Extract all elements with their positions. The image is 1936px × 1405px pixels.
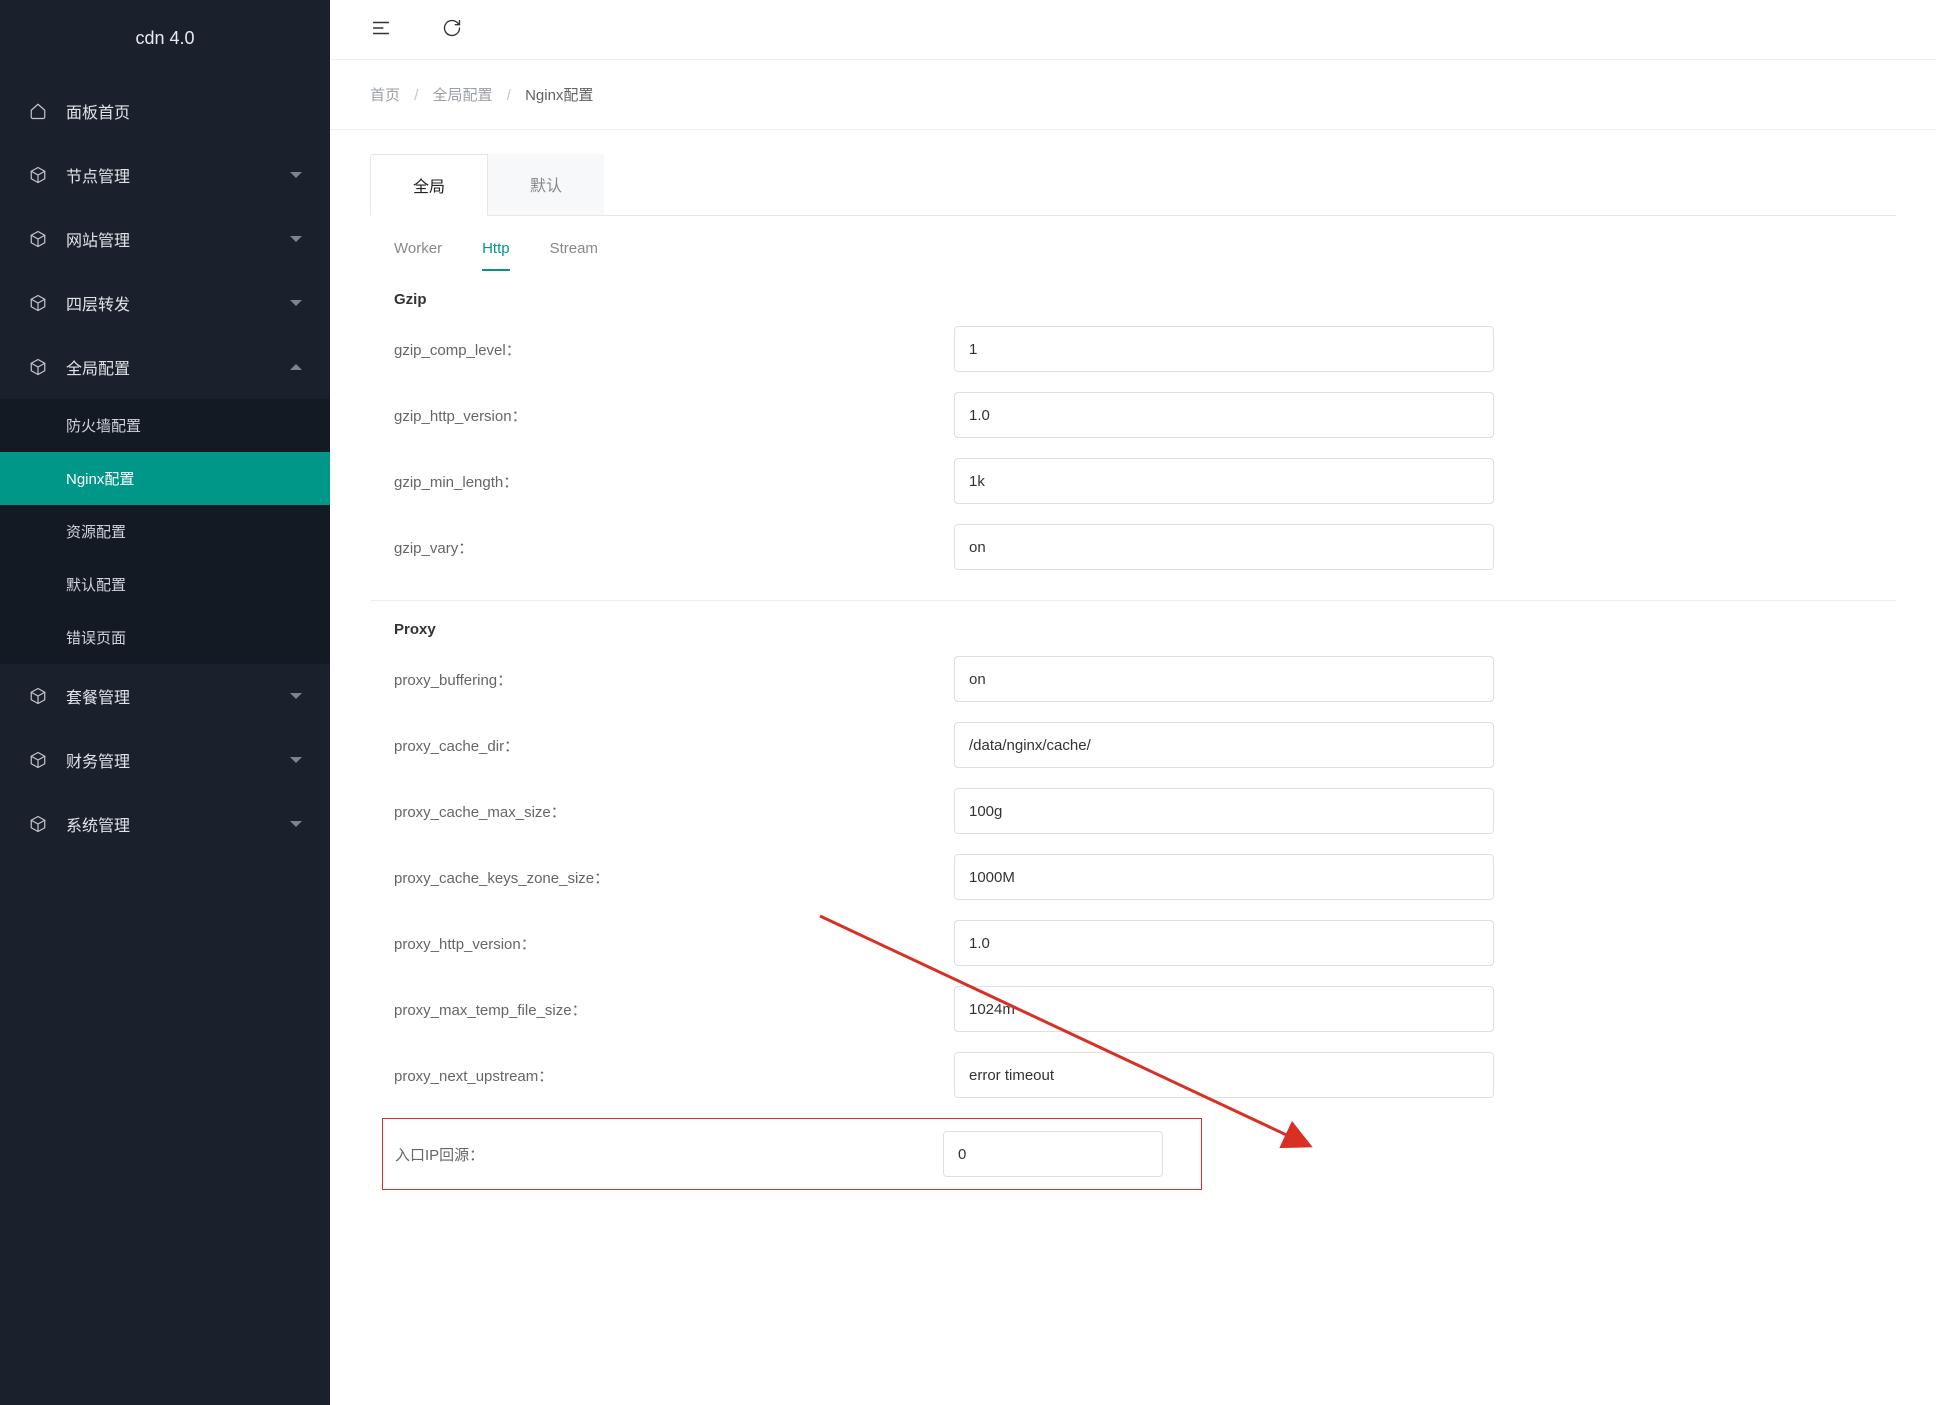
form-row: proxy_next_upstream： — [394, 1052, 1872, 1098]
sidebar-item-label: 套餐管理 — [66, 684, 290, 708]
sidebar-item-label: 全局配置 — [66, 355, 290, 379]
sidebar-item-plan[interactable]: 套餐管理 — [0, 664, 330, 728]
form-label: gzip_vary： — [394, 537, 954, 558]
entry-ip-origin-input[interactable] — [943, 1131, 1163, 1177]
form-label: gzip_http_version： — [394, 405, 954, 426]
sidebar-item-label: 面板首页 — [66, 99, 302, 123]
form-label: proxy_http_version： — [394, 933, 954, 954]
form-label: proxy_cache_keys_zone_size： — [394, 867, 954, 888]
breadcrumb: 首页 / 全局配置 / Nginx配置 — [330, 60, 1936, 130]
sidebar-item-label: 财务管理 — [66, 748, 290, 772]
form-label: gzip_comp_level： — [394, 339, 954, 360]
chevron-down-icon — [290, 757, 302, 763]
section-gzip: Gzip gzip_comp_level： gzip_http_version：… — [370, 271, 1896, 601]
gzip-comp-level-input[interactable] — [954, 326, 1494, 372]
form-row: gzip_vary： — [394, 524, 1872, 570]
section-title: Gzip — [394, 291, 1872, 308]
breadcrumb-item[interactable]: 全局配置 — [433, 87, 493, 104]
sidebar-sub-default[interactable]: 默认配置 — [0, 558, 330, 611]
tab-worker[interactable]: Worker — [394, 240, 442, 271]
config-card: 全局 默认 Worker Http Stream Gzip gzip_comp_… — [370, 154, 1896, 1220]
home-icon — [28, 101, 48, 121]
form-row: proxy_cache_max_size： — [394, 788, 1872, 834]
form-label: proxy_cache_dir： — [394, 735, 954, 756]
form-row: gzip_comp_level： — [394, 326, 1872, 372]
chevron-down-icon — [290, 821, 302, 827]
chevron-down-icon — [290, 172, 302, 178]
sidebar-item-node[interactable]: 节点管理 — [0, 143, 330, 207]
chevron-down-icon — [290, 236, 302, 242]
sidebar-item-finance[interactable]: 财务管理 — [0, 728, 330, 792]
proxy-cache-keys-zone-size-input[interactable] — [954, 854, 1494, 900]
breadcrumb-sep: / — [414, 87, 418, 104]
form-row-highlight: 入口IP回源： — [382, 1118, 1202, 1190]
toggle-sidebar-button[interactable] — [370, 17, 392, 42]
chevron-down-icon — [290, 300, 302, 306]
proxy-max-temp-file-size-input[interactable] — [954, 986, 1494, 1032]
sidebar-item-label: 四层转发 — [66, 291, 290, 315]
form-label: proxy_cache_max_size： — [394, 801, 954, 822]
sidebar-item-l4[interactable]: 四层转发 — [0, 271, 330, 335]
form-row: proxy_http_version： — [394, 920, 1872, 966]
sidebar-sub-error[interactable]: 错误页面 — [0, 611, 330, 664]
cube-icon — [28, 814, 48, 834]
form-row: proxy_cache_keys_zone_size： — [394, 854, 1872, 900]
form-row: proxy_buffering： — [394, 656, 1872, 702]
breadcrumb-sep: / — [507, 87, 511, 104]
form-row: gzip_min_length： — [394, 458, 1872, 504]
tab-stream[interactable]: Stream — [550, 240, 598, 271]
sidebar-item-global[interactable]: 全局配置 — [0, 335, 330, 399]
gzip-http-version-input[interactable] — [954, 392, 1494, 438]
sidebar-item-site[interactable]: 网站管理 — [0, 207, 330, 271]
section-title: Proxy — [394, 621, 1872, 638]
cube-icon — [28, 229, 48, 249]
sidebar-sub-resource[interactable]: 资源配置 — [0, 505, 330, 558]
cube-icon — [28, 357, 48, 377]
form-label: proxy_max_temp_file_size： — [394, 999, 954, 1020]
form-row: gzip_http_version： — [394, 392, 1872, 438]
sidebar-item-label: 系统管理 — [66, 812, 290, 836]
sidebar-item-label: 节点管理 — [66, 163, 290, 187]
form-row: proxy_cache_dir： — [394, 722, 1872, 768]
gzip-vary-input[interactable] — [954, 524, 1494, 570]
chevron-up-icon — [290, 364, 302, 370]
breadcrumb-item[interactable]: 首页 — [370, 87, 400, 104]
breadcrumb-item-current: Nginx配置 — [525, 87, 593, 104]
cube-icon — [28, 686, 48, 706]
gzip-min-length-input[interactable] — [954, 458, 1494, 504]
content: 全局 默认 Worker Http Stream Gzip gzip_comp_… — [330, 130, 1936, 1244]
proxy-cache-dir-input[interactable] — [954, 722, 1494, 768]
proxy-next-upstream-input[interactable] — [954, 1052, 1494, 1098]
proxy-http-version-input[interactable] — [954, 920, 1494, 966]
tab-default[interactable]: 默认 — [488, 154, 604, 215]
tab-http[interactable]: Http — [482, 240, 510, 271]
main: 首页 / 全局配置 / Nginx配置 全局 默认 Worker Http St… — [330, 0, 1936, 1405]
form-label: 入口IP回源： — [395, 1144, 943, 1165]
sidebar-item-dashboard[interactable]: 面板首页 — [0, 79, 330, 143]
cube-icon — [28, 293, 48, 313]
tabs-primary: 全局 默认 — [370, 154, 1896, 216]
form-label: gzip_min_length： — [394, 471, 954, 492]
form-label: proxy_next_upstream： — [394, 1065, 954, 1086]
sidebar: cdn 4.0 面板首页 节点管理 网站管理 四层转发 — [0, 0, 330, 1405]
tab-global[interactable]: 全局 — [370, 154, 488, 216]
refresh-button[interactable] — [442, 18, 462, 41]
sidebar-sub-nginx[interactable]: Nginx配置 — [0, 452, 330, 505]
form-label: proxy_buffering： — [394, 669, 954, 690]
cube-icon — [28, 165, 48, 185]
tabs-secondary: Worker Http Stream — [370, 216, 1896, 271]
form-row: proxy_max_temp_file_size： — [394, 986, 1872, 1032]
section-proxy: Proxy proxy_buffering： proxy_cache_dir： … — [370, 601, 1896, 1220]
chevron-down-icon — [290, 693, 302, 699]
sidebar-item-system[interactable]: 系统管理 — [0, 792, 330, 856]
cube-icon — [28, 750, 48, 770]
sidebar-sub-firewall[interactable]: 防火墙配置 — [0, 399, 330, 452]
sidebar-submenu-global: 防火墙配置 Nginx配置 资源配置 默认配置 错误页面 — [0, 399, 330, 664]
topbar — [330, 0, 1936, 60]
app-title: cdn 4.0 — [0, 0, 330, 79]
sidebar-item-label: 网站管理 — [66, 227, 290, 251]
proxy-buffering-input[interactable] — [954, 656, 1494, 702]
proxy-cache-max-size-input[interactable] — [954, 788, 1494, 834]
